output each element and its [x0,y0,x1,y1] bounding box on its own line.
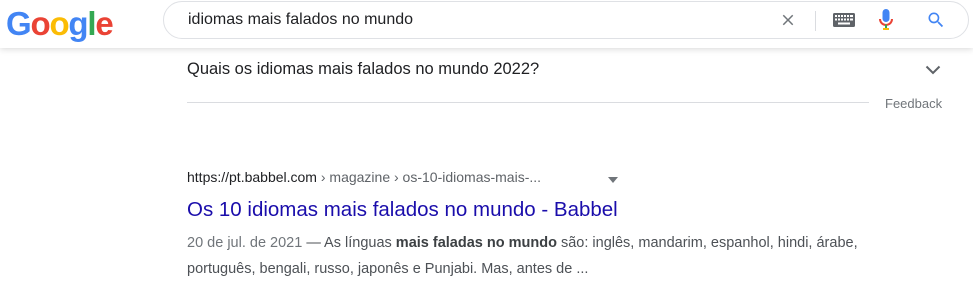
header-bar: Google [0,0,973,48]
caret-down-icon [608,177,618,183]
logo-letter: o [30,5,50,42]
result-title-link[interactable]: Os 10 idiomas mais falados no mundo - Ba… [187,196,618,224]
result-snippet: 20 de jul. de 2021 — As línguas mais fal… [187,230,887,282]
result-breadcrumb: › magazine › os-10-idiomas-mais-... [316,169,542,185]
voice-search-button[interactable] [868,2,904,38]
search-divider [815,11,816,31]
mic-icon [879,9,893,30]
chevron-down-icon [925,65,941,75]
section-divider [187,102,869,103]
expand-question-button[interactable] [921,58,945,82]
feedback-link[interactable]: Feedback [885,96,942,111]
search-input[interactable] [188,2,748,38]
logo-letter: o [49,5,69,42]
result-url[interactable]: https://pt.babbel.com › magazine › os-10… [187,167,541,187]
result-domain: https://pt.babbel.com [187,169,317,185]
result-menu-button[interactable] [607,172,619,183]
logo-letter: e [95,5,113,42]
keyboard-button[interactable] [826,2,862,38]
search-box [163,1,969,39]
keyboard-icon [833,13,855,27]
search-button[interactable] [918,2,954,38]
search-icon [928,12,944,28]
logo-letter: g [68,5,88,42]
snippet-highlight: mais faladas no mundo [395,235,557,251]
close-icon [782,14,794,26]
clear-button[interactable] [770,2,806,38]
related-question[interactable]: Quais os idiomas mais falados no mundo 2… [187,58,539,80]
google-logo[interactable]: Google [6,5,114,42]
logo-letter: G [6,5,32,42]
snippet-text: — As línguas [302,235,396,251]
result-date: 20 de jul. de 2021 [187,235,303,251]
